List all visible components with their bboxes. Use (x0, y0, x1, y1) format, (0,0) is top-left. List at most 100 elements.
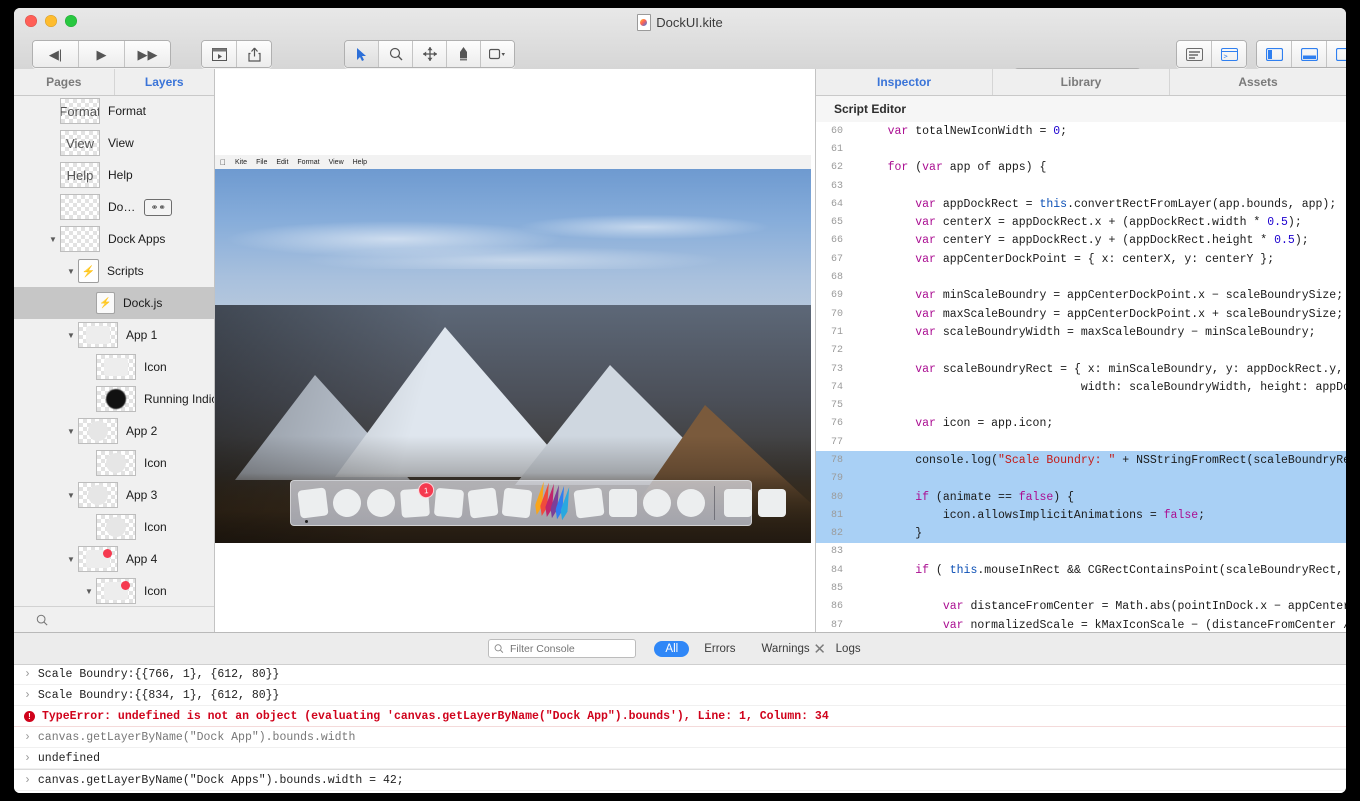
disclosure-triangle[interactable]: ▼ (64, 491, 78, 500)
layer-row[interactable]: HelpHelp (14, 159, 214, 191)
layer-row[interactable]: ▼App 2 (14, 415, 214, 447)
code-line[interactable]: 67 var appCenterDockPoint = { x: centerX… (816, 250, 1346, 268)
disclosure-triangle[interactable]: ▼ (82, 587, 96, 596)
code-line[interactable]: 65 var centerX = appDockRect.x + (appDoc… (816, 213, 1346, 231)
code-line[interactable]: 72 (816, 342, 1346, 360)
disclosure-triangle[interactable]: ▼ (46, 235, 60, 244)
layer-row[interactable]: Running Indic… (14, 383, 214, 415)
share-button[interactable] (237, 41, 271, 67)
dock-item[interactable] (609, 489, 637, 517)
dock-item[interactable] (434, 488, 464, 518)
dock-item[interactable] (724, 489, 752, 517)
code-line[interactable]: 73 var scaleBoundryRect = { x: minScaleB… (816, 360, 1346, 378)
toggle-console-view[interactable] (1177, 41, 1212, 67)
dock-item[interactable] (758, 489, 786, 517)
code-line[interactable]: 60 var totalNewIconWidth = 0; (816, 122, 1346, 140)
kite-app-icon[interactable] (532, 481, 573, 525)
dock-item[interactable] (573, 487, 604, 518)
tab-assets[interactable]: Assets (1170, 69, 1346, 95)
zoom-tool[interactable] (379, 41, 413, 67)
layer-row[interactable]: Icon (14, 351, 214, 383)
code-line[interactable]: 84 if ( this.mouseInRect && CGRectContai… (816, 561, 1346, 579)
tab-library[interactable]: Library (993, 69, 1170, 95)
console-segment[interactable]: Logs (825, 641, 872, 657)
pen-tool[interactable] (447, 41, 481, 67)
add-artboard-button[interactable] (202, 41, 237, 67)
dock-item[interactable] (297, 487, 328, 518)
console-segment[interactable]: Errors (693, 641, 746, 657)
fast-forward-button[interactable]: ▶▶ (125, 41, 170, 67)
code-line[interactable]: 87 var normalizedScale = kMaxIconScale −… (816, 616, 1346, 633)
layer-row[interactable]: ▼Dock Apps (14, 223, 214, 255)
script-editor[interactable]: 60 var totalNewIconWidth = 0;6162 for (v… (816, 122, 1346, 633)
layer-row[interactable]: ▼App 4 (14, 543, 214, 575)
tab-inspector[interactable]: Inspector (816, 69, 993, 95)
code-line[interactable]: 70 var maxScaleBoundry = appCenterDockPo… (816, 305, 1346, 323)
console-segment[interactable]: All (654, 641, 689, 657)
canvas-pane[interactable]:  Kite File Edit Format View Help 1 (215, 69, 815, 633)
disclosure-triangle[interactable]: ▼ (64, 555, 78, 564)
dock-item[interactable] (467, 487, 498, 518)
layer-row[interactable]: Icon (14, 447, 214, 479)
code-line[interactable]: 64 var appDockRect = this.convertRectFro… (816, 195, 1346, 213)
code-line[interactable]: 85 (816, 579, 1346, 597)
code-line[interactable]: 69 var minScaleBoundry = appCenterDockPo… (816, 287, 1346, 305)
menu-item[interactable]: Format (297, 159, 319, 166)
dock-item[interactable] (643, 489, 671, 517)
code-line[interactable]: 75 (816, 396, 1346, 414)
menu-item[interactable]: File (256, 159, 267, 166)
close-console-button[interactable]: ✕ (813, 640, 826, 658)
tab-layers[interactable]: Layers (115, 69, 215, 95)
code-line[interactable]: 81 icon.allowsImplicitAnimations = false… (816, 506, 1346, 524)
menu-item[interactable]: Kite (235, 159, 247, 166)
console-filter-input[interactable] (508, 642, 630, 656)
code-line[interactable]: 79 (816, 470, 1346, 488)
code-line[interactable]: 66 var centerY = appDockRect.y + (appDoc… (816, 232, 1346, 250)
play-button[interactable]: ▶ (79, 41, 125, 67)
layer-row[interactable]: Icon (14, 511, 214, 543)
console-segment[interactable]: Warnings (751, 641, 821, 657)
code-line[interactable]: 71 var scaleBoundryWidth = maxScaleBound… (816, 323, 1346, 341)
toggle-bottom-panel[interactable] (1292, 41, 1327, 67)
code-line[interactable]: 86 var distanceFromCenter = Math.abs(poi… (816, 598, 1346, 616)
layer-row[interactable]: ⚡Dock.js (14, 287, 214, 319)
disclosure-triangle[interactable]: ▼ (64, 427, 78, 436)
code-line[interactable]: 77 (816, 433, 1346, 451)
menu-item[interactable]: Help (353, 159, 367, 166)
dock-item[interactable] (367, 489, 395, 517)
code-line[interactable]: 83 (816, 543, 1346, 561)
layer-row[interactable]: ▼⚡Scripts (14, 255, 214, 287)
layer-row[interactable]: ViewView (14, 127, 214, 159)
go-to-start-button[interactable]: ◀| (33, 41, 79, 67)
console-filter[interactable] (488, 639, 636, 658)
layer-row[interactable]: FormatFormat (14, 95, 214, 127)
toggle-right-sidebar[interactable] (1327, 41, 1346, 67)
code-line[interactable]: 61 (816, 140, 1346, 158)
layer-row[interactable]: ▼Icon (14, 575, 214, 607)
move-tool[interactable] (413, 41, 447, 67)
code-line[interactable]: 63 (816, 177, 1346, 195)
layer-row[interactable]: ▼App 1 (14, 319, 214, 351)
code-line[interactable]: 82 } (816, 525, 1346, 543)
shape-tool[interactable] (481, 41, 514, 67)
select-tool[interactable] (345, 41, 379, 67)
code-line[interactable]: 80 if (animate == false) { (816, 488, 1346, 506)
code-line[interactable]: 74 width: scaleBoundryWidth, height: app… (816, 378, 1346, 396)
code-line[interactable]: 62 for (var app of apps) { (816, 159, 1346, 177)
apple-menu-icon[interactable]:  (220, 158, 226, 167)
tab-pages[interactable]: Pages (14, 69, 115, 95)
layers-search-bar[interactable] (14, 606, 214, 633)
code-line[interactable]: 76 var icon = app.icon; (816, 415, 1346, 433)
code-line[interactable]: 68 (816, 268, 1346, 286)
dock-item[interactable] (332, 488, 362, 518)
menu-item[interactable]: View (329, 159, 344, 166)
dock-item[interactable] (677, 489, 705, 517)
mock-dock[interactable]: 1 (290, 480, 752, 526)
toggle-left-sidebar[interactable] (1257, 41, 1292, 67)
code-line[interactable]: 78 console.log("Scale Boundry: " + NSStr… (816, 451, 1346, 469)
menu-item[interactable]: Edit (276, 159, 288, 166)
disclosure-triangle[interactable]: ▼ (64, 331, 78, 340)
dock-item[interactable]: 1 (400, 488, 430, 518)
toggle-script-view[interactable]: > (1212, 41, 1246, 67)
artboard[interactable]:  Kite File Edit Format View Help 1 (215, 155, 811, 543)
